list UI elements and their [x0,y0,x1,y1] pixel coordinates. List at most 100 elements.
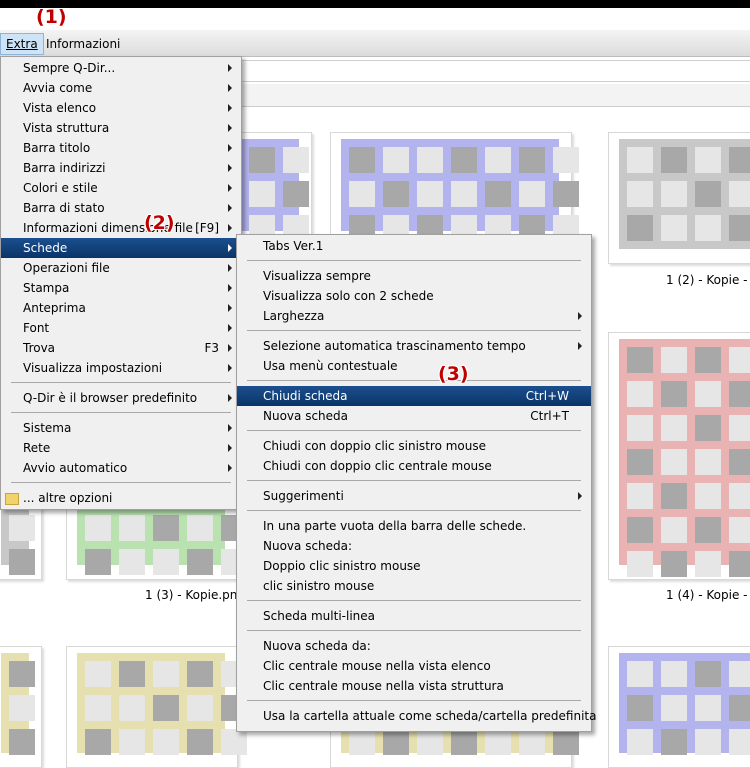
menu-item-label: Usa la cartella attuale come scheda/cart… [263,709,597,723]
grid-cell [519,147,545,173]
submenu-arrow-icon [228,104,232,112]
menu-item-label: Trova [23,341,56,355]
menu-item-label: Operazioni file [23,261,110,275]
grid-cell [661,147,687,173]
submenu-arrow-icon [228,204,232,212]
address-bar[interactable] [230,60,750,82]
menu-bar: Extra Informazioni [0,30,750,57]
schede-menu-item[interactable]: In una parte vuota della barra delle sch… [237,516,591,536]
schede-menu-item[interactable]: Tabs Ver.1 [237,236,591,256]
grid-cell [627,449,653,475]
grid-cell [661,695,687,721]
grid-cell [85,695,111,721]
menu-item-shortcut: Ctrl+T [530,409,569,423]
extra-menu-item[interactable]: Rete [1,438,241,458]
schede-menu-item[interactable]: Visualizza solo con 2 schede [237,286,591,306]
submenu-arrow-icon [228,264,232,272]
grid-cell [695,695,721,721]
menu-item-label: Chiudi con doppio clic centrale mouse [263,459,492,473]
extra-menu-item[interactable]: Sistema [1,418,241,438]
grid-cell [221,729,247,755]
grid-cell [451,147,477,173]
menu-item-label: clic sinistro mouse [263,579,375,593]
grid-cell [119,695,145,721]
extra-menu-item[interactable]: Schede [1,238,241,258]
menu-informazioni-label: Informazioni [46,37,121,51]
extra-menu-item[interactable]: Colori e stile [1,178,241,198]
menu-separator [11,482,231,483]
extra-menu-item[interactable]: Trova F3 [1,338,241,358]
schede-menu-item[interactable]: Usa menù contestuale [237,356,591,376]
schede-menu-item[interactable]: Chiudi con doppio clic centrale mouse [237,456,591,476]
schede-menu-item[interactable]: Nuova scheda Ctrl+T [237,406,591,426]
grid-cell [349,147,375,173]
schede-menu-item[interactable]: Larghezza [237,306,591,326]
schede-menu-item[interactable]: Clic centrale mouse nella vista struttur… [237,676,591,696]
extra-menu-item[interactable]: Vista struttura [1,118,241,138]
extra-menu-item[interactable]: Operazioni file [1,258,241,278]
grid-cell [519,181,545,207]
grid-cell [627,215,653,241]
extra-menu-item[interactable]: Barra titolo [1,138,241,158]
thumbnail-caption: 1 (2) - Kopie - Ko [666,273,750,287]
extra-menu-item[interactable]: Font [1,318,241,338]
schede-menu-item[interactable]: Nuova scheda: [237,536,591,556]
menu-item-shortcut: [F9] [195,221,219,235]
grid-cell [695,517,721,543]
grid-cell [695,381,721,407]
extra-menu-item[interactable]: Visualizza impostazioni [1,358,241,378]
grid-cell [485,181,511,207]
grid-cell [729,517,750,543]
menu-informazioni[interactable]: Informazioni [41,34,125,54]
extra-menu-item[interactable]: Informazioni dimensione file [F9] [1,218,241,238]
schede-menu-item[interactable]: Usa la cartella attuale come scheda/cart… [237,706,596,726]
extra-menu-item[interactable]: Avvio automatico [1,458,241,478]
extra-menu-item[interactable]: Stampa [1,278,241,298]
grid-cell [187,695,213,721]
thumbnail[interactable] [230,132,312,246]
thumbnail-image [77,507,247,575]
menu-item-label: Colori e stile [23,181,98,195]
grid-cell [417,729,443,755]
menu-item-label: Nuova scheda [263,409,349,423]
thumbnail[interactable] [66,500,247,580]
extra-menu-item[interactable]: Barra indirizzi [1,158,241,178]
schede-menu-item[interactable]: Nuova scheda da: [237,636,591,656]
menu-item-label: Selezione automatica trascinamento tempo [263,339,526,353]
extra-menu-item[interactable]: Avvia come [1,78,241,98]
menu-extra[interactable]: Extra [0,33,44,55]
thumbnail[interactable] [0,500,42,580]
grid-cell [153,729,179,755]
grid-cell [661,415,687,441]
schede-menu-item[interactable]: Selezione automatica trascinamento tempo [237,336,591,356]
extra-menu-item[interactable]: Sempre Q-Dir... [1,58,241,78]
submenu-arrow-icon [228,344,232,352]
menu-separator [247,600,581,601]
schede-menu-item[interactable]: Clic centrale mouse nella vista elenco [237,656,591,676]
grid-cell [695,347,721,373]
grid-cell [519,729,545,755]
thumbnail[interactable] [330,132,579,246]
grid-cell [729,415,750,441]
extra-menu-item[interactable]: Barra di stato [1,198,241,218]
extra-menu-item[interactable]: Anteprima [1,298,241,318]
grid-cell [661,729,687,755]
extra-menu-item[interactable]: ... altre opzioni [1,488,241,508]
schede-menu-item[interactable]: Visualizza sempre [237,266,591,286]
schede-menu-item[interactable]: Scheda multi-linea [237,606,591,626]
thumbnail[interactable] [608,132,750,264]
schede-menu-item[interactable]: Suggerimenti [237,486,591,506]
grid-cell [695,181,721,207]
submenu-arrow-icon [228,144,232,152]
submenu-arrow-icon [228,424,232,432]
schede-menu-item[interactable]: clic sinistro mouse [237,576,591,596]
grid-cell [661,347,687,373]
menu-item-label: Vista struttura [23,121,110,135]
thumbnail[interactable] [608,332,750,580]
extra-menu-item[interactable]: Q-Dir è il browser predefinito [1,388,241,408]
menu-item-shortcut: F3 [204,341,219,355]
schede-menu-item[interactable]: Chiudi scheda Ctrl+W [237,386,591,406]
extra-menu-item[interactable]: Vista elenco [1,98,241,118]
schede-menu-item[interactable]: Chiudi con doppio clic sinistro mouse [237,436,591,456]
schede-menu-item[interactable]: Doppio clic sinistro mouse [237,556,591,576]
